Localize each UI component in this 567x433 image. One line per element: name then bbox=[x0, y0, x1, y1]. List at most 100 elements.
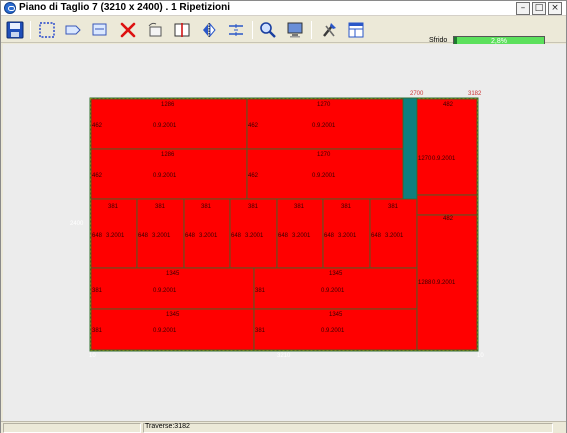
piece-height-label: 462 bbox=[248, 173, 259, 179]
piece-size-label: 0.9.2001 bbox=[321, 328, 345, 334]
piece-width-label: 1345 bbox=[329, 312, 343, 318]
piece-width-label: 381 bbox=[388, 204, 399, 210]
mirror-button[interactable] bbox=[199, 20, 219, 40]
piece-width-label: 1286 bbox=[161, 102, 175, 108]
window-title: Piano di Taglio 7 (3210 x 2400) . 1 Ripe… bbox=[19, 2, 230, 13]
vertical-cut-icon bbox=[174, 23, 190, 37]
tools-button[interactable] bbox=[319, 20, 339, 40]
piece-size-label: 0.9.2001 bbox=[153, 123, 177, 129]
piece-size-label: 3.2001 bbox=[199, 233, 218, 239]
piece-size-label: 3.2001 bbox=[385, 233, 404, 239]
maximize-button[interactable]: □ bbox=[532, 2, 546, 15]
piece-size-label: 0.9.2001 bbox=[432, 156, 456, 162]
horizontal-split-button[interactable] bbox=[226, 20, 246, 40]
piece-size-label: 3.2001 bbox=[338, 233, 357, 239]
rotate-button[interactable] bbox=[145, 20, 165, 40]
status-cell bbox=[143, 423, 553, 433]
sfrido-label: Sfrido bbox=[429, 37, 448, 44]
red-x-icon bbox=[120, 22, 136, 38]
piece-size-label: 0.9.2001 bbox=[432, 280, 456, 286]
grid-layout-icon bbox=[348, 22, 364, 38]
waste-strip bbox=[402, 97, 418, 202]
status-bar: Traverse:3182 bbox=[1, 421, 566, 433]
piece-height-label: 462 bbox=[92, 173, 103, 179]
sheet-shape-icon bbox=[92, 23, 107, 36]
top-dim-label: 2700 bbox=[410, 91, 424, 97]
rotate-sheet-icon bbox=[148, 22, 162, 37]
piece-size-label: 3.2001 bbox=[245, 233, 264, 239]
mirror-icon bbox=[203, 22, 216, 38]
piece-width-label: 1345 bbox=[166, 312, 180, 318]
piece-width-label: 1286 bbox=[161, 152, 175, 158]
piece-width-label: 381 bbox=[248, 204, 259, 210]
piece-size-label: 3.2001 bbox=[106, 233, 125, 239]
floppy-disk-icon bbox=[6, 21, 24, 39]
close-button[interactable]: × bbox=[548, 2, 562, 15]
traverse-status: Traverse:3182 bbox=[145, 423, 190, 430]
piece-height-label: 482 bbox=[443, 216, 454, 222]
toolbar: Sfrido 2,8% bbox=[1, 17, 566, 47]
magnifier-icon bbox=[260, 22, 276, 38]
piece-height-label: 381 bbox=[92, 328, 103, 334]
save-button[interactable] bbox=[5, 20, 25, 40]
tools-icon bbox=[323, 23, 336, 37]
monitor-icon bbox=[287, 22, 303, 38]
toolbar-separator bbox=[311, 21, 312, 39]
piece-height-label: 648 bbox=[138, 233, 149, 239]
piece-width-label: 381 bbox=[108, 204, 119, 210]
left-dim-label: 2400 bbox=[70, 221, 84, 227]
piece[interactable] bbox=[416, 194, 478, 216]
piece-width-label: 381 bbox=[341, 204, 352, 210]
piece-height-label: 648 bbox=[278, 233, 289, 239]
piece-height-label: 648 bbox=[231, 233, 242, 239]
origin-label: 10 bbox=[477, 353, 484, 359]
monitor-button[interactable] bbox=[285, 20, 305, 40]
cutting-plan-drawing[interactable]: 2700 3182 2400 3210 10 10 1286 462 0.9.2… bbox=[3, 44, 566, 421]
status-cell bbox=[3, 423, 141, 433]
origin-label: 10 bbox=[89, 353, 96, 359]
piece[interactable] bbox=[416, 98, 478, 196]
piece-width-label: 482 bbox=[443, 102, 454, 108]
dotted-selection-icon bbox=[39, 22, 55, 38]
arrow-shape-icon bbox=[65, 25, 81, 35]
piece-size-label: 0.9.2001 bbox=[153, 288, 177, 294]
piece-height-label: 648 bbox=[371, 233, 382, 239]
piece-width-label: 1345 bbox=[166, 271, 180, 277]
piece-width-label: 1270 bbox=[317, 102, 331, 108]
piece-height-label: 381 bbox=[255, 328, 266, 334]
piece-width-label: 1345 bbox=[329, 271, 343, 277]
piece-size-label: 0.9.2001 bbox=[153, 328, 177, 334]
piece-size-label: 0.9.2001 bbox=[153, 173, 177, 179]
minimize-button[interactable]: – bbox=[516, 2, 530, 15]
piece-height-label: 648 bbox=[185, 233, 196, 239]
zoom-button[interactable] bbox=[258, 20, 278, 40]
main-window: Piano di Taglio 7 (3210 x 2400) . 1 Ripe… bbox=[0, 0, 567, 433]
layout-button[interactable] bbox=[346, 20, 366, 40]
piece-width-label: 381 bbox=[155, 204, 166, 210]
piece-height-label: 648 bbox=[92, 233, 103, 239]
toolbar-separator bbox=[252, 21, 253, 39]
app-icon bbox=[4, 2, 16, 14]
shape-1-button[interactable] bbox=[63, 20, 83, 40]
piece-height-label: 462 bbox=[248, 123, 259, 129]
piece-size-label: 0.9.2001 bbox=[312, 173, 336, 179]
piece-height-label: 381 bbox=[92, 288, 103, 294]
title-bar: Piano di Taglio 7 (3210 x 2400) . 1 Ripe… bbox=[1, 1, 566, 16]
bottom-dim-label: 3210 bbox=[277, 353, 291, 359]
vertical-split-button[interactable] bbox=[172, 20, 192, 40]
shape-2-button[interactable] bbox=[90, 20, 110, 40]
cutting-plan-canvas[interactable]: 2700 3182 2400 3210 10 10 1286 462 0.9.2… bbox=[3, 44, 566, 421]
piece-width-label: 1270 bbox=[317, 152, 331, 158]
horizontal-cut-icon bbox=[229, 24, 243, 36]
piece-width-label: 381 bbox=[201, 204, 212, 210]
piece-height-label: 381 bbox=[255, 288, 266, 294]
select-area-button[interactable] bbox=[37, 20, 57, 40]
piece-height-label: 462 bbox=[92, 123, 103, 129]
piece-size-label: 3.2001 bbox=[292, 233, 311, 239]
toolbar-separator bbox=[30, 21, 31, 39]
delete-button[interactable] bbox=[118, 20, 138, 40]
piece-height-label: 1270 bbox=[418, 156, 432, 162]
piece-size-label: 3.2001 bbox=[152, 233, 171, 239]
piece-height-label: 648 bbox=[324, 233, 335, 239]
piece-height-label: 1288 bbox=[418, 280, 432, 286]
